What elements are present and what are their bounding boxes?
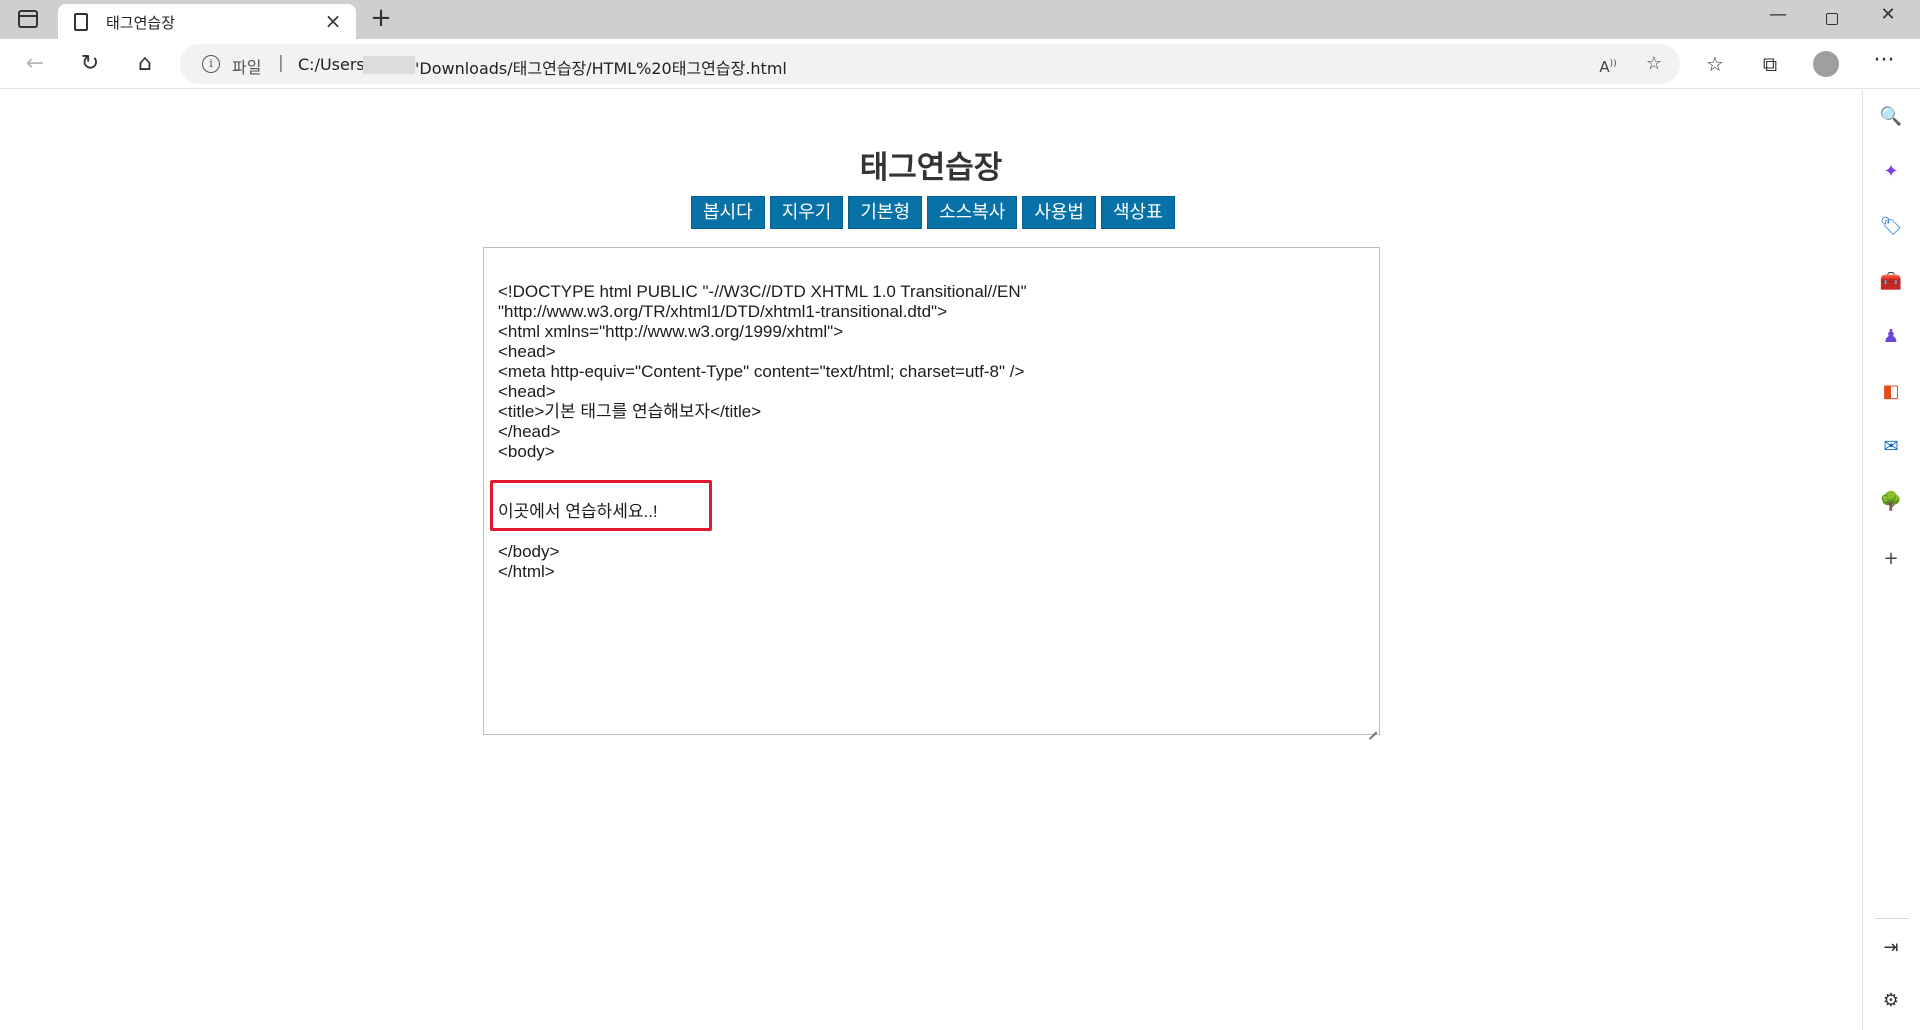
- code-line: <!DOCTYPE html PUBLIC "-//W3C//DTD XHTML…: [498, 282, 1027, 301]
- favorites-icon[interactable]: ☆: [1700, 49, 1730, 79]
- add-icon[interactable]: +: [1878, 546, 1904, 572]
- minimize-icon[interactable]: —: [1758, 4, 1798, 34]
- address-bar[interactable]: i 파일 | C:/Users 'Downloads/태그연습장/HTML%20…: [180, 44, 1680, 84]
- copilot-icon[interactable]: ✦: [1878, 159, 1904, 185]
- code-line: <title>기본 태그를 연습해보자</title>: [498, 402, 762, 421]
- code-line: </html>: [498, 562, 555, 581]
- more-icon[interactable]: ···: [1869, 49, 1899, 79]
- edge-sidebar: 🔍 ✦ 🏷 🧰 ♟ ◧ ✉ 🌳 + ⇥ ⚙: [1862, 90, 1920, 1030]
- tools-icon[interactable]: 🧰: [1878, 269, 1904, 295]
- tab-title: 태그연습장: [106, 14, 176, 32]
- code-line: <head>: [498, 342, 556, 361]
- back-arrow-icon[interactable]: ←: [20, 49, 50, 79]
- reload-icon[interactable]: ↻: [75, 49, 105, 79]
- address-url-prefix: C:/Users: [298, 55, 365, 74]
- basic-template-button[interactable]: 기본형: [848, 196, 923, 229]
- add-favorite-icon[interactable]: ☆: [1642, 52, 1666, 76]
- hide-sidebar-icon[interactable]: ⇥: [1878, 935, 1904, 961]
- sidebar-divider: [1875, 918, 1909, 919]
- info-icon[interactable]: i: [202, 55, 220, 73]
- code-line: <html xmlns="http://www.w3.org/1999/xhtm…: [498, 322, 844, 341]
- shopping-tag-icon[interactable]: 🏷: [1878, 214, 1904, 240]
- browser-tab[interactable]: 태그연습장 ×: [58, 4, 356, 39]
- code-editor-textarea[interactable]: <!DOCTYPE html PUBLIC "-//W3C//DTD XHTML…: [483, 247, 1380, 735]
- read-aloud-icon[interactable]: A)): [1596, 52, 1620, 76]
- address-scheme-label: 파일: [232, 58, 262, 77]
- code-line: <body>: [498, 442, 555, 461]
- clear-button[interactable]: 지우기: [769, 196, 844, 229]
- page-title: 태그연습장: [859, 150, 1003, 186]
- code-line: "http://www.w3.org/TR/xhtml1/DTD/xhtml1-…: [498, 302, 948, 321]
- code-line: <meta http-equiv="Content-Type" content=…: [498, 362, 1025, 381]
- collections-icon[interactable]: ⧉: [1755, 49, 1785, 79]
- code-line: </head>: [498, 422, 561, 441]
- address-url-suffix: 'Downloads/태그연습장/HTML%20태그연습장.html: [415, 59, 787, 78]
- home-icon[interactable]: ⌂: [130, 49, 160, 79]
- highlight-annotation-box: [490, 480, 712, 531]
- redacted-username: [363, 56, 415, 74]
- address-separator: |: [278, 53, 284, 73]
- close-icon[interactable]: ×: [322, 9, 344, 33]
- office-icon[interactable]: ◧: [1878, 379, 1904, 405]
- outlook-icon[interactable]: ✉: [1878, 434, 1904, 460]
- copy-source-button[interactable]: 소스복사: [927, 196, 1018, 229]
- code-line: <head>: [498, 382, 556, 401]
- view-button[interactable]: 봅시다: [691, 196, 765, 229]
- restore-icon[interactable]: [1812, 4, 1852, 34]
- close-icon[interactable]: ✕: [1868, 4, 1908, 34]
- search-icon[interactable]: 🔍: [1878, 104, 1904, 130]
- resize-handle-icon[interactable]: [1367, 722, 1377, 732]
- plus-icon[interactable]: +: [368, 3, 394, 33]
- games-icon[interactable]: ♟: [1878, 324, 1904, 350]
- usage-button[interactable]: 사용법: [1022, 196, 1096, 229]
- profile-avatar[interactable]: [1813, 51, 1839, 77]
- toolbar-buttons: 봅시다 지우기 기본형 소스복사 사용법 색상표: [691, 196, 1175, 229]
- tree-icon[interactable]: 🌳: [1878, 489, 1904, 515]
- settings-gear-icon[interactable]: ⚙: [1878, 988, 1904, 1014]
- page-icon: [74, 13, 88, 31]
- code-line: </body>: [498, 542, 560, 561]
- color-chart-button[interactable]: 색상표: [1101, 196, 1175, 229]
- tab-strip: 태그연습장 × + — ✕: [0, 0, 1920, 39]
- tab-actions-icon[interactable]: [18, 10, 38, 28]
- editor-content[interactable]: <!DOCTYPE html PUBLIC "-//W3C//DTD XHTML…: [498, 282, 1027, 582]
- browser-toolbar: ← ↻ ⌂ i 파일 | C:/Users 'Downloads/태그연습장/H…: [0, 39, 1920, 89]
